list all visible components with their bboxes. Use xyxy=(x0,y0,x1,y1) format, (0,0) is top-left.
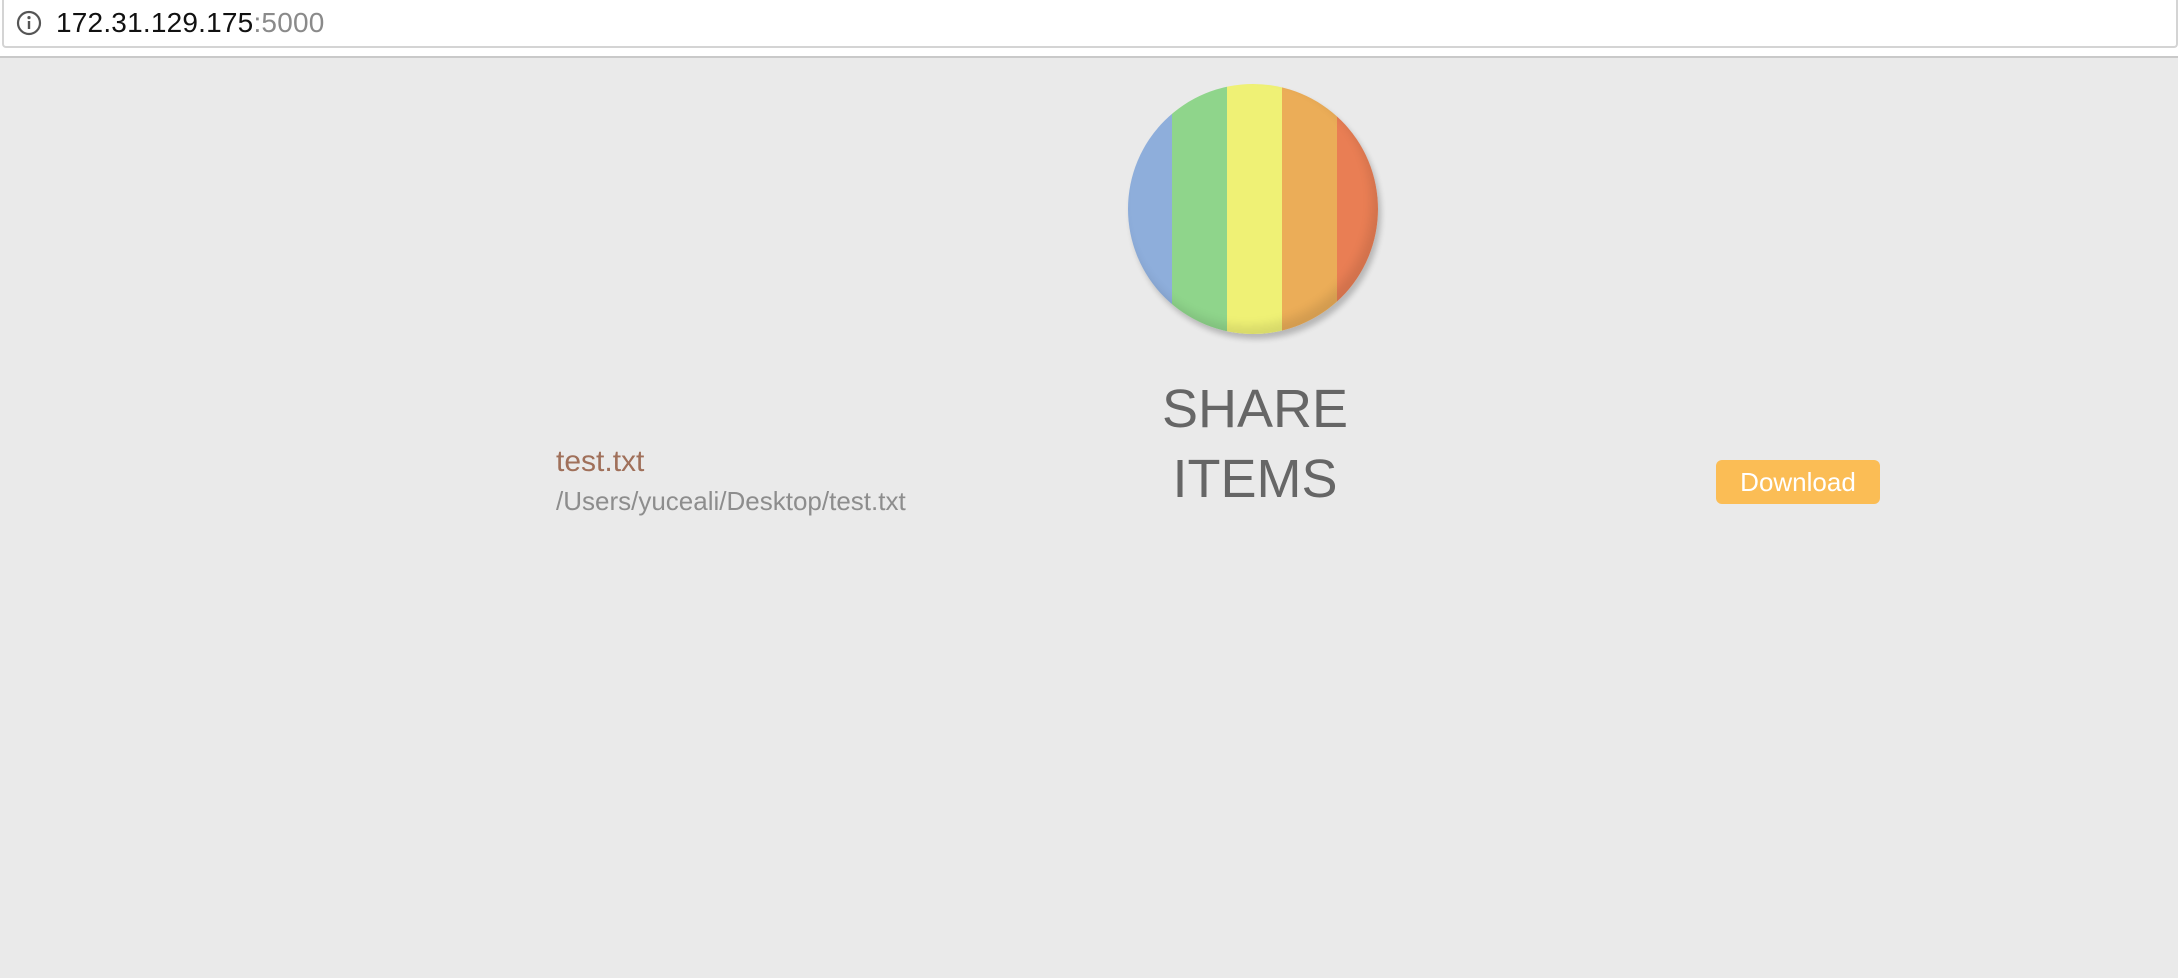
item-name-link[interactable]: test.txt xyxy=(556,442,644,482)
page-heading-container: SHARE ITEMS xyxy=(0,374,2178,509)
logo-shade xyxy=(1128,84,1378,334)
list-item: test.txt /Users/yuceali/Desktop/test.txt… xyxy=(554,442,1880,522)
download-button[interactable]: Download xyxy=(1716,460,1880,504)
url-text[interactable]: 172.31.129.175:5000 xyxy=(56,5,325,41)
browser-address-bar: 172.31.129.175:5000 xyxy=(0,0,2178,58)
url-field[interactable]: 172.31.129.175:5000 xyxy=(2,0,2178,48)
url-port: :5000 xyxy=(253,7,325,38)
item-path: /Users/yuceali/Desktop/test.txt xyxy=(556,486,906,516)
info-circle-icon[interactable] xyxy=(16,10,42,36)
rainbow-logo-icon xyxy=(1128,84,1378,334)
url-host: 172.31.129.175 xyxy=(56,7,254,38)
